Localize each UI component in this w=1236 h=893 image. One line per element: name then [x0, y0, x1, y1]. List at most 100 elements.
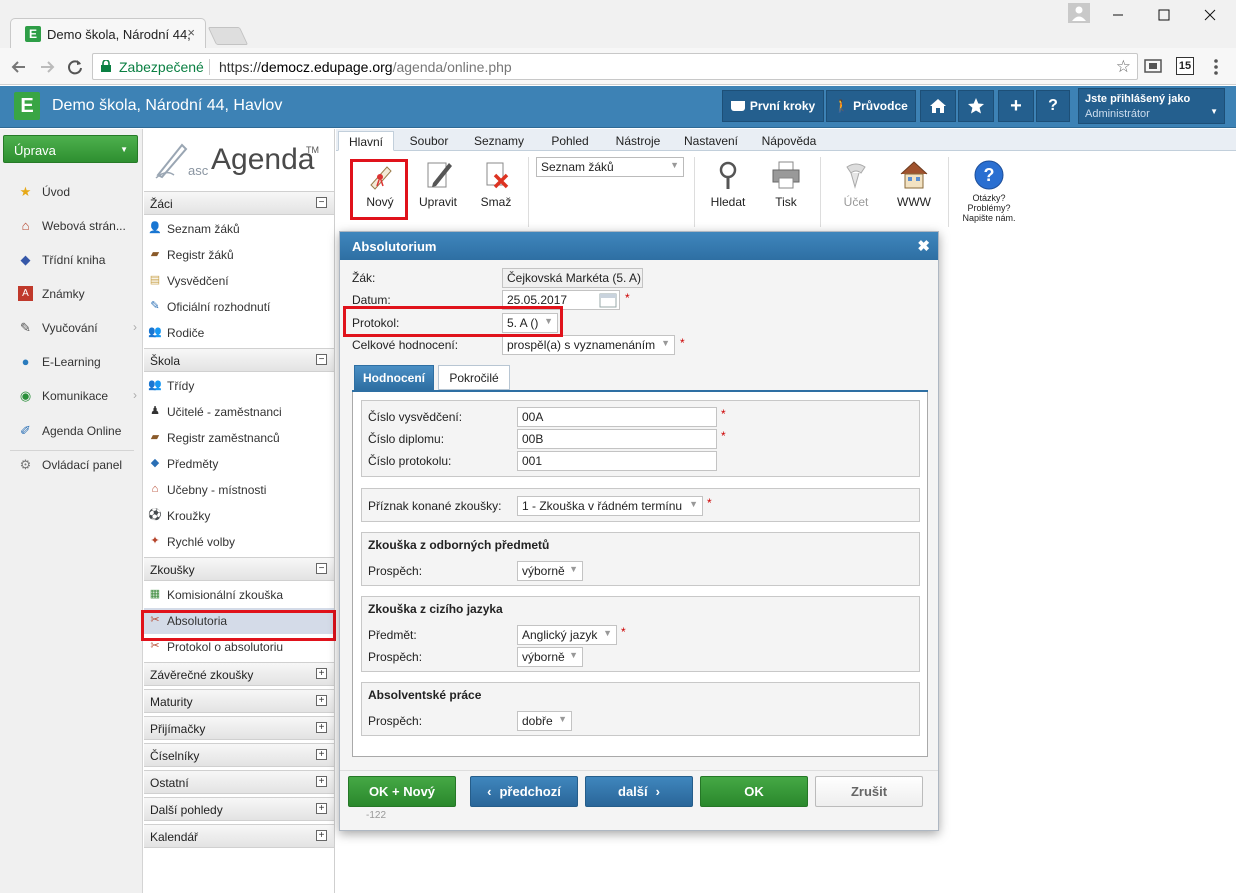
user-menu[interactable]: Jste přihlášený jako Administrátor ▼	[1078, 88, 1225, 124]
cizi-predmet-select[interactable]: Anglický jazyk ▼	[517, 625, 617, 645]
agenda-item-ucebny[interactable]: ⌂ Učebny - místnosti	[144, 477, 334, 503]
minimize-icon[interactable]	[1095, 0, 1141, 30]
calendar-icon[interactable]	[598, 291, 618, 309]
add-button[interactable]: +	[998, 90, 1034, 122]
sidebar-item-ovladaci-panel[interactable]: ⚙ Ovládací panel	[0, 448, 143, 482]
favorites-button[interactable]	[958, 90, 994, 122]
agenda-item-komisionalni-zkouska[interactable]: ▦ Komisionální zkouška	[144, 582, 334, 608]
section-ciselniky[interactable]: Číselníky +	[144, 743, 334, 767]
expand-icon[interactable]: +	[316, 776, 327, 787]
home-button[interactable]	[920, 90, 956, 122]
agenda-item-vysvedceni[interactable]: ▤ Vysvědčení	[144, 268, 334, 294]
upravit-button[interactable]: Upravit	[414, 159, 462, 219]
expand-icon[interactable]: +	[316, 749, 327, 760]
questions-button[interactable]: ? Otázky? Problémy? Napište nám.	[956, 159, 1022, 223]
maximize-icon[interactable]	[1141, 0, 1187, 30]
priznak-select[interactable]: 1 - Zkouška v řádném termínu ▼	[517, 496, 703, 516]
url-bar[interactable]: Zabezpečené https://democz.edupage.org/a…	[92, 53, 1138, 80]
ok-novy-button[interactable]: OK + Nový	[348, 776, 456, 807]
extension-badge-icon[interactable]: 15	[1176, 57, 1194, 75]
section-zaverecne-zkousky[interactable]: Závěrečné zkoušky +	[144, 662, 334, 686]
section-dalsi-pohledy[interactable]: Další pohledy +	[144, 797, 334, 821]
sidebar-item-komunikace[interactable]: ◉ Komunikace ›	[0, 379, 143, 413]
zrusit-button[interactable]: Zrušit	[815, 776, 923, 807]
bookmark-star-icon[interactable]: ☆	[1116, 57, 1131, 77]
expand-icon[interactable]: +	[316, 668, 327, 679]
cast-icon[interactable]	[1143, 57, 1163, 75]
first-steps-button[interactable]: První kroky	[722, 90, 824, 122]
sidebar-item-tridni-kniha[interactable]: ◆ Třídní kniha	[0, 243, 143, 277]
forward-icon[interactable]	[36, 56, 58, 78]
profile-icon[interactable]	[1068, 3, 1090, 23]
agenda-item-ucitele[interactable]: ♟ Učitelé - zaměstnanci	[144, 399, 334, 425]
edupage-logo-icon[interactable]: E	[14, 92, 40, 120]
tab-hlavni[interactable]: Hlavní	[338, 131, 394, 151]
agenda-item-krouzky[interactable]: ⚽ Kroužky	[144, 503, 334, 529]
dialog-close-icon[interactable]: ✖	[917, 237, 930, 255]
ucet-button[interactable]: Účet	[832, 159, 880, 219]
help-button[interactable]: ?	[1036, 90, 1070, 122]
section-kalendar[interactable]: Kalendář +	[144, 824, 334, 848]
agenda-item-registr-zamestnancu[interactable]: ▰ Registr zaměstnanců	[144, 425, 334, 451]
section-zaci[interactable]: Žáci −	[144, 191, 334, 215]
tab-nastroje[interactable]: Nástroje	[606, 131, 670, 151]
celkove-hodnoceni-select[interactable]: prospěl(a) s vyznamenáním ▼	[502, 335, 675, 355]
agenda-item-rodice[interactable]: 👥 Rodiče	[144, 320, 334, 346]
browser-tab[interactable]: E Demo škola, Národní 44, ×	[10, 18, 206, 49]
cislo-vysvedceni-input[interactable]: 00A	[517, 407, 717, 427]
agenda-item-tridy[interactable]: 👥 Třídy	[144, 373, 334, 399]
ok-button[interactable]: OK	[700, 776, 808, 807]
sidebar-item-vyucovani[interactable]: ✎ Vyučování ›	[0, 311, 143, 345]
predchozi-button[interactable]: ‹ předchozí	[470, 776, 578, 807]
tab-napoveda[interactable]: Nápověda	[752, 131, 826, 151]
sidebar-item-uvod[interactable]: ★ Úvod	[0, 175, 143, 209]
expand-icon[interactable]: +	[316, 830, 327, 841]
tab-hodnoceni[interactable]: Hodnocení	[354, 365, 434, 390]
close-window-icon[interactable]	[1187, 0, 1233, 30]
section-skola[interactable]: Škola −	[144, 348, 334, 372]
tab-pokrocile[interactable]: Pokročilé	[438, 365, 510, 390]
expand-icon[interactable]: +	[316, 803, 327, 814]
expand-icon[interactable]: +	[316, 695, 327, 706]
browser-menu-icon[interactable]	[1210, 57, 1222, 77]
tisk-button[interactable]: Tisk	[762, 159, 810, 219]
section-prijimacky[interactable]: Přijímačky +	[144, 716, 334, 740]
agenda-item-seznam-zaku[interactable]: 👤 Seznam žáků	[144, 216, 334, 242]
question-icon: ?	[956, 159, 1022, 193]
new-tab-button[interactable]	[207, 27, 249, 45]
reload-icon[interactable]	[64, 56, 86, 78]
tab-seznamy[interactable]: Seznamy	[466, 131, 532, 151]
prace-prospech-select[interactable]: dobře ▼	[517, 711, 572, 731]
www-button[interactable]: WWW	[890, 159, 938, 219]
agenda-item-registr-zaku[interactable]: ▰ Registr žáků	[144, 242, 334, 268]
collapse-icon[interactable]: −	[316, 197, 327, 208]
sidebar-item-e-learning[interactable]: ● E-Learning	[0, 345, 143, 379]
dalsi-button[interactable]: další ›	[585, 776, 693, 807]
expand-icon[interactable]: +	[316, 722, 327, 733]
uprava-button[interactable]: Úprava ▼	[3, 135, 138, 163]
cizi-prospech-select[interactable]: výborně ▼	[517, 647, 583, 667]
hledat-button[interactable]: Hledat	[704, 159, 752, 219]
sidebar-item-agenda-online[interactable]: ✐ Agenda Online	[0, 414, 143, 448]
list-select[interactable]: Seznam žáků ▼	[536, 157, 684, 177]
tab-soubor[interactable]: Soubor	[398, 131, 460, 151]
section-zkousky[interactable]: Zkoušky −	[144, 557, 334, 581]
collapse-icon[interactable]: −	[316, 354, 327, 365]
guide-button[interactable]: 🚶 Průvodce	[826, 90, 916, 122]
agenda-item-predmety[interactable]: ◆ Předměty	[144, 451, 334, 477]
smaz-button[interactable]: Smaž	[472, 159, 520, 219]
tab-close-icon[interactable]: ×	[187, 25, 195, 40]
section-ostatni[interactable]: Ostatní +	[144, 770, 334, 794]
odborne-prospech-select[interactable]: výborně ▼	[517, 561, 583, 581]
cislo-protokolu-input[interactable]: 001	[517, 451, 717, 471]
tab-nastaveni[interactable]: Nastavení	[676, 131, 746, 151]
tab-pohled[interactable]: Pohled	[540, 131, 600, 151]
agenda-item-rychle-volby[interactable]: ✦ Rychlé volby	[144, 529, 334, 555]
sidebar-item-znamky[interactable]: A Známky	[0, 277, 143, 311]
back-icon[interactable]	[8, 56, 30, 78]
agenda-item-oficialni-rozhodnuti[interactable]: ✎ Oficiální rozhodnutí	[144, 294, 334, 320]
cislo-diplomu-input[interactable]: 00B	[517, 429, 717, 449]
collapse-icon[interactable]: −	[316, 563, 327, 574]
section-maturity[interactable]: Maturity +	[144, 689, 334, 713]
sidebar-item-webova-stranka[interactable]: ⌂ Webová strán...	[0, 209, 143, 243]
